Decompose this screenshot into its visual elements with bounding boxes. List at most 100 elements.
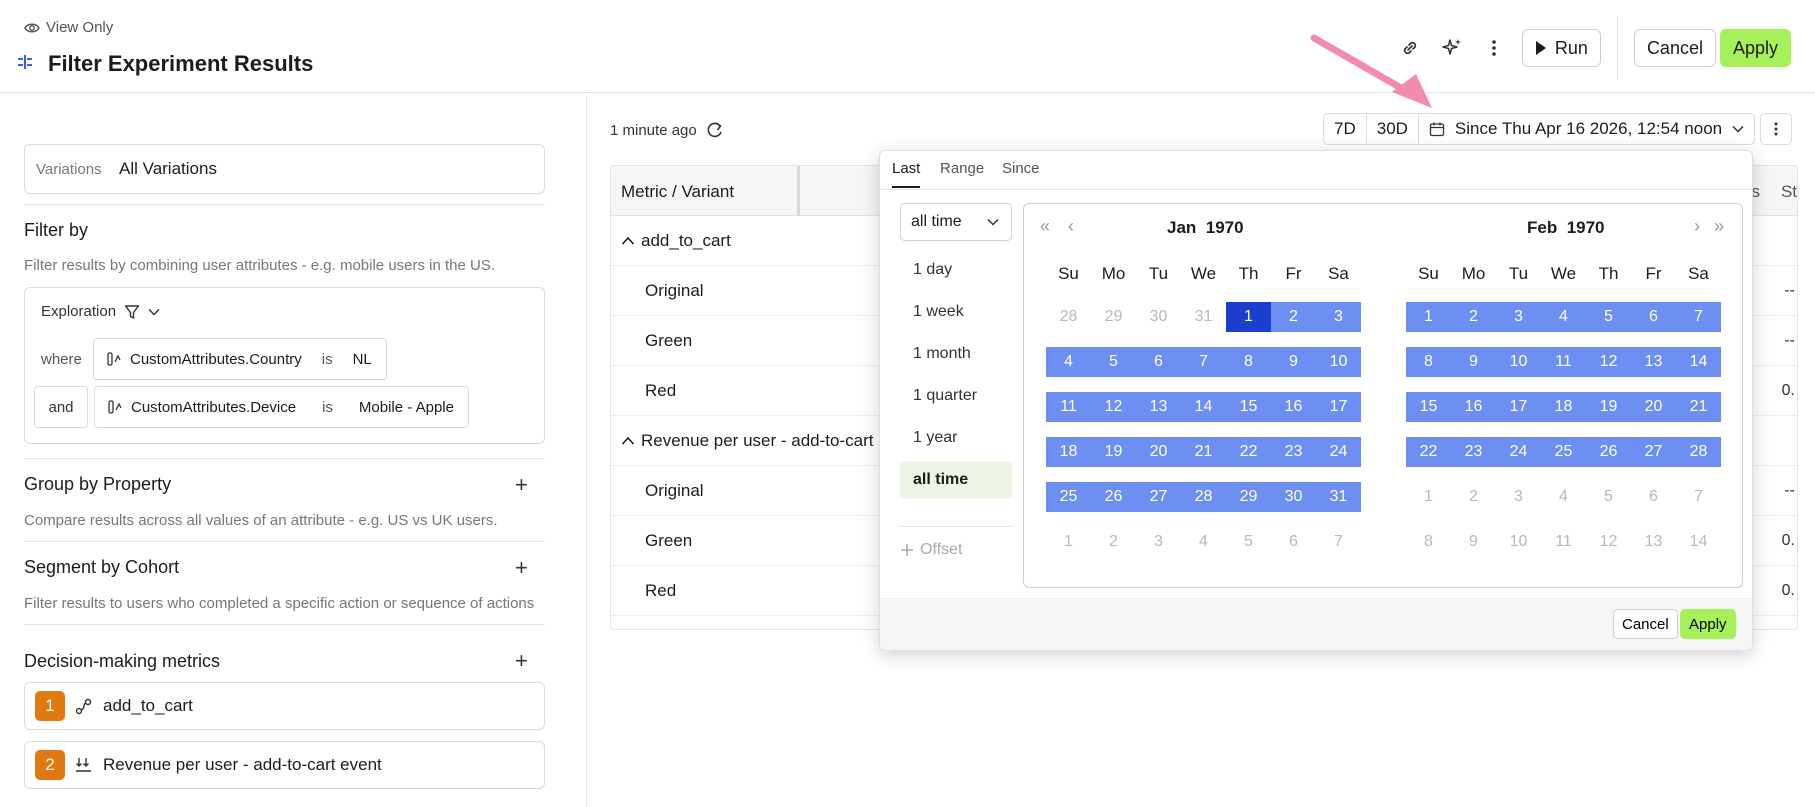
calendar-day[interactable]: 18 bbox=[1046, 437, 1091, 467]
condition-chip-country[interactable]: CustomAttributes.Country is NL bbox=[93, 338, 387, 380]
tab-since[interactable]: Since bbox=[1002, 160, 1040, 186]
calendar-day[interactable]: 1 bbox=[1406, 302, 1451, 332]
calendar-day-outside[interactable]: 5 bbox=[1226, 527, 1271, 557]
calendar-day[interactable]: 9 bbox=[1451, 347, 1496, 377]
calendar-day[interactable]: 17 bbox=[1496, 392, 1541, 422]
apply-button[interactable]: Apply bbox=[1719, 29, 1791, 67]
cancel-button[interactable]: Cancel bbox=[1633, 29, 1716, 67]
sparkle-icon[interactable] bbox=[1438, 34, 1466, 62]
tab-last[interactable]: Last bbox=[892, 160, 921, 188]
next-year-icon[interactable]: » bbox=[1714, 216, 1724, 237]
preset-1-quarter[interactable]: 1 quarter bbox=[900, 377, 1012, 415]
calendar-day[interactable]: 8 bbox=[1406, 347, 1451, 377]
next-month-icon[interactable]: › bbox=[1694, 216, 1700, 237]
calendar-day-outside[interactable]: 6 bbox=[1271, 527, 1316, 557]
calendar-day[interactable]: 7 bbox=[1676, 302, 1721, 332]
prev-year-icon[interactable]: « bbox=[1040, 216, 1050, 237]
calendar-day-outside[interactable]: 8 bbox=[1406, 527, 1451, 557]
popup-apply-button[interactable]: Apply bbox=[1680, 609, 1736, 639]
calendar-day[interactable]: 22 bbox=[1406, 437, 1451, 467]
calendar-day-outside[interactable]: 4 bbox=[1181, 527, 1226, 557]
calendar-day[interactable]: 2 bbox=[1271, 302, 1316, 332]
calendar-day[interactable]: 6 bbox=[1631, 302, 1676, 332]
calendar-day-outside[interactable]: 11 bbox=[1541, 527, 1586, 557]
add-metric-button[interactable]: + bbox=[515, 650, 528, 672]
tab-range[interactable]: Range bbox=[940, 160, 984, 186]
add-group-by-button[interactable]: + bbox=[515, 474, 528, 496]
preset-1-week[interactable]: 1 week bbox=[900, 293, 1012, 331]
metric-item[interactable]: 2 Revenue per user - add-to-cart event bbox=[24, 741, 545, 789]
preset-1-month[interactable]: 1 month bbox=[900, 335, 1012, 373]
calendar-day[interactable]: 15 bbox=[1226, 392, 1271, 422]
calendar-day[interactable]: 21 bbox=[1181, 437, 1226, 467]
calendar-day-outside[interactable]: 30 bbox=[1136, 302, 1181, 332]
calendar-day-outside[interactable]: 10 bbox=[1496, 527, 1541, 557]
popup-cancel-button[interactable]: Cancel bbox=[1613, 609, 1678, 639]
calendar-day[interactable]: 28 bbox=[1181, 482, 1226, 512]
calendar-day-outside[interactable]: 7 bbox=[1676, 482, 1721, 512]
range-30d-button[interactable]: 30D bbox=[1367, 114, 1419, 144]
calendar-day[interactable]: 17 bbox=[1316, 392, 1361, 422]
calendar-day[interactable]: 24 bbox=[1316, 437, 1361, 467]
calendar-day-outside[interactable]: 1 bbox=[1406, 482, 1451, 512]
calendar-day[interactable]: 6 bbox=[1136, 347, 1181, 377]
calendar-day[interactable]: 5 bbox=[1586, 302, 1631, 332]
condition-conj-and[interactable]: and bbox=[34, 386, 88, 428]
prev-month-icon[interactable]: ‹ bbox=[1068, 216, 1074, 237]
add-offset-button[interactable]: Offset bbox=[900, 541, 962, 559]
calendar-day[interactable]: 21 bbox=[1676, 392, 1721, 422]
exploration-dropdown[interactable]: Exploration bbox=[41, 303, 160, 320]
calendar-day[interactable]: 30 bbox=[1271, 482, 1316, 512]
duration-select[interactable]: all time bbox=[900, 203, 1012, 241]
range-7d-button[interactable]: 7D bbox=[1324, 114, 1367, 144]
calendar-day[interactable]: 31 bbox=[1316, 482, 1361, 512]
calendar-day[interactable]: 12 bbox=[1091, 392, 1136, 422]
calendar-day[interactable]: 22 bbox=[1226, 437, 1271, 467]
calendar-day[interactable]: 20 bbox=[1136, 437, 1181, 467]
calendar-day-outside[interactable]: 9 bbox=[1451, 527, 1496, 557]
calendar-day[interactable]: 13 bbox=[1136, 392, 1181, 422]
calendar-day[interactable]: 13 bbox=[1631, 347, 1676, 377]
variations-select[interactable]: Variations All Variations bbox=[24, 144, 545, 194]
calendar-day-outside[interactable]: 28 bbox=[1046, 302, 1091, 332]
calendar-day[interactable]: 16 bbox=[1451, 392, 1496, 422]
calendar-day[interactable]: 27 bbox=[1631, 437, 1676, 467]
calendar-day[interactable]: 8 bbox=[1226, 347, 1271, 377]
calendar-day[interactable]: 1 bbox=[1226, 302, 1271, 332]
run-button[interactable]: Run bbox=[1521, 29, 1601, 67]
metric-item[interactable]: 1 add_to_cart bbox=[24, 682, 545, 730]
calendar-day[interactable]: 25 bbox=[1541, 437, 1586, 467]
calendar-day-outside[interactable]: 6 bbox=[1631, 482, 1676, 512]
calendar-day[interactable]: 16 bbox=[1271, 392, 1316, 422]
calendar-day[interactable]: 29 bbox=[1226, 482, 1271, 512]
calendar-day[interactable]: 28 bbox=[1676, 437, 1721, 467]
more-options-button[interactable] bbox=[1760, 113, 1792, 145]
calendar-day[interactable]: 5 bbox=[1091, 347, 1136, 377]
calendar-day-outside[interactable]: 4 bbox=[1541, 482, 1586, 512]
kebab-icon[interactable] bbox=[1480, 34, 1508, 62]
refresh-icon[interactable] bbox=[705, 120, 725, 140]
calendar-day[interactable]: 11 bbox=[1046, 392, 1091, 422]
calendar-day[interactable]: 10 bbox=[1316, 347, 1361, 377]
column-resize-handle[interactable] bbox=[797, 166, 800, 216]
calendar-day[interactable]: 18 bbox=[1541, 392, 1586, 422]
calendar-day-outside[interactable]: 2 bbox=[1451, 482, 1496, 512]
calendar-day[interactable]: 26 bbox=[1091, 482, 1136, 512]
preset-1-year[interactable]: 1 year bbox=[900, 419, 1012, 457]
calendar-day[interactable]: 14 bbox=[1181, 392, 1226, 422]
calendar-day-outside[interactable]: 3 bbox=[1136, 527, 1181, 557]
calendar-day-outside[interactable]: 29 bbox=[1091, 302, 1136, 332]
calendar-day[interactable]: 9 bbox=[1271, 347, 1316, 377]
calendar-day[interactable]: 3 bbox=[1496, 302, 1541, 332]
calendar-day[interactable]: 23 bbox=[1451, 437, 1496, 467]
calendar-day[interactable]: 12 bbox=[1586, 347, 1631, 377]
calendar-day-outside[interactable]: 14 bbox=[1676, 527, 1721, 557]
calendar-day[interactable]: 11 bbox=[1541, 347, 1586, 377]
calendar-day[interactable]: 4 bbox=[1541, 302, 1586, 332]
calendar-day[interactable]: 19 bbox=[1586, 392, 1631, 422]
calendar-day[interactable]: 19 bbox=[1091, 437, 1136, 467]
calendar-day[interactable]: 14 bbox=[1676, 347, 1721, 377]
calendar-day[interactable]: 2 bbox=[1451, 302, 1496, 332]
calendar-day-outside[interactable]: 2 bbox=[1091, 527, 1136, 557]
calendar-day-outside[interactable]: 3 bbox=[1496, 482, 1541, 512]
